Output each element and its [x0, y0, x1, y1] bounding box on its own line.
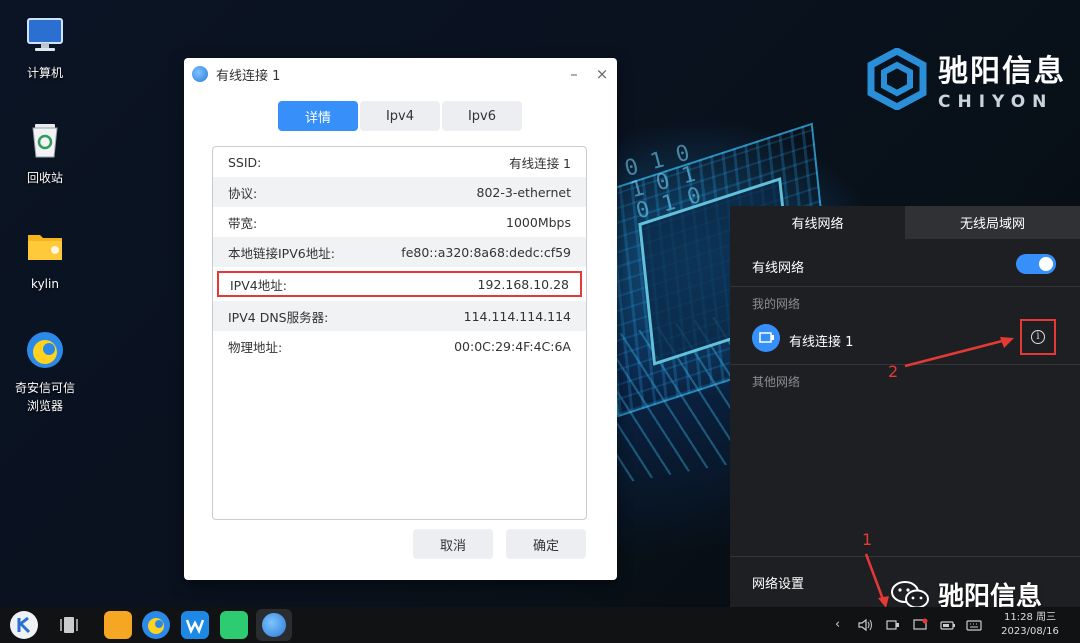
chat-app-icon[interactable]	[220, 611, 248, 639]
taskbar-clock[interactable]: 11:28 周三 2023/08/16	[998, 611, 1062, 639]
network-app-taskbar-item[interactable]	[256, 609, 292, 641]
ethernet-connection-icon	[752, 324, 780, 352]
browser-app-icon[interactable]	[142, 611, 170, 639]
other-networks-heading: 其他网络	[752, 375, 801, 389]
detail-row-ipv4-highlighted: IPV4地址: 192.168.10.28	[215, 269, 584, 299]
keyboard-icon[interactable]	[966, 618, 982, 632]
cancel-button[interactable]: 取消	[413, 529, 493, 559]
tab-ipv4[interactable]: Ipv4	[360, 101, 440, 131]
desktop-icon-browser[interactable]: 奇安信可信 浏览器	[0, 330, 90, 415]
tab-details[interactable]: 详情	[278, 101, 358, 131]
tab-wireless-lan[interactable]: 无线局域网	[905, 206, 1080, 239]
chiyon-logo-icon	[867, 48, 927, 110]
desktop-icon-label: 计算机	[26, 66, 63, 80]
wps-app-icon[interactable]	[181, 611, 209, 639]
detail-key: IPV4地址:	[230, 277, 287, 293]
info-icon: i	[1031, 330, 1045, 344]
ok-button[interactable]: 确定	[506, 529, 586, 559]
tab-ipv6[interactable]: Ipv6	[442, 101, 522, 131]
detail-value: 802-3-ethernet	[476, 184, 571, 200]
dialog-title: 有线连接 1	[216, 68, 281, 84]
dialog-tabs: 详情 Ipv4 Ipv6	[278, 101, 522, 131]
detail-value: 00:0C:29:4F:4C:6A	[454, 338, 571, 354]
detail-key: 协议:	[228, 185, 258, 201]
taskbar: ‹ 11:28 周三 2023/08/16	[0, 607, 1080, 643]
network-panel: 有线网络 无线局域网 有线网络 我的网络 有线连接 1 i 其他网络 网络设置	[730, 206, 1080, 607]
detail-value: fe80::a320:8a68:dedc:cf59	[401, 244, 571, 260]
detail-value: 1000Mbps	[506, 214, 571, 230]
volume-icon[interactable]	[857, 618, 873, 632]
my-networks-heading: 我的网络	[752, 297, 801, 311]
file-manager-app-icon[interactable]	[104, 611, 132, 639]
network-tray-icon[interactable]	[885, 618, 901, 632]
desktop-icon-kylin[interactable]: kylin	[0, 226, 90, 293]
battery-icon[interactable]	[940, 618, 956, 632]
network-settings-link[interactable]: 网络设置	[752, 573, 804, 592]
dialog-titlebar: 有线连接 1	[184, 59, 617, 89]
detail-key: 物理地址:	[228, 339, 283, 355]
wechat-icon	[891, 580, 929, 608]
connection-details-dialog: 有线连接 1 – × 详情 Ipv4 Ipv6 SSID: 有线连接 1 协议:…	[184, 58, 617, 580]
clock-date: 2023/08/16	[1001, 626, 1059, 637]
desktop-icon-label: kylin	[31, 277, 59, 291]
tab-wired-network[interactable]: 有线网络	[730, 206, 905, 239]
detail-row-ssid: SSID: 有线连接 1	[213, 147, 586, 177]
divider	[730, 286, 1080, 287]
detail-row-mac: 物理地址: 00:0C:29:4F:4C:6A	[213, 331, 586, 361]
network-app-icon	[192, 66, 208, 82]
detail-key: 带宽:	[228, 215, 258, 231]
network-panel-tabs: 有线网络 无线局域网	[730, 206, 1080, 239]
wired-network-toggle[interactable]	[1016, 254, 1056, 274]
detail-key: 本地链接IPV6地址:	[228, 245, 335, 261]
desktop-icon-label: 回收站	[26, 171, 63, 185]
brand-logo: 驰阳信息 CHIYON	[866, 46, 1066, 112]
connection-name[interactable]: 有线连接 1	[789, 331, 853, 350]
detail-row-dns: IPV4 DNS服务器: 114.114.114.114	[213, 301, 586, 331]
detail-row-ipv6: 本地链接IPV6地址: fe80::a320:8a68:dedc:cf59	[213, 237, 586, 267]
detail-value: 有线连接 1	[509, 155, 571, 171]
start-menu-button[interactable]	[10, 611, 38, 639]
detail-row-protocol: 协议: 802-3-ethernet	[213, 177, 586, 207]
tray-expand-icon[interactable]: ‹	[835, 617, 840, 632]
divider	[730, 556, 1080, 557]
annotation-arrow-1	[864, 553, 889, 608]
qianxin-browser-icon	[27, 332, 63, 368]
detail-value: 114.114.114.114	[463, 308, 571, 324]
details-list: SSID: 有线连接 1 协议: 802-3-ethernet 带宽: 1000…	[212, 146, 587, 520]
detail-key: IPV4 DNS服务器:	[228, 309, 329, 325]
desktop-icon-label: 奇安信可信	[14, 381, 75, 395]
connection-info-button[interactable]: i	[1020, 319, 1056, 355]
desktop-icon-label-line2: 浏览器	[26, 399, 63, 413]
annotation-arrow-2	[904, 337, 1014, 368]
brand-name-en: CHIYON	[938, 92, 1054, 112]
clock-time: 11:28 周三	[1004, 612, 1056, 623]
minimize-button[interactable]: –	[564, 64, 584, 84]
annotation-number-1: 1	[862, 530, 873, 549]
close-button[interactable]: ×	[592, 64, 612, 84]
brand-name-cn: 驰阳信息	[938, 54, 1066, 89]
desktop-icon-trash[interactable]: 回收站	[0, 120, 90, 187]
detail-row-bandwidth: 带宽: 1000Mbps	[213, 207, 586, 237]
desktop-icon-computer[interactable]: 计算机	[0, 15, 90, 82]
trash-icon	[32, 124, 58, 158]
notification-icon[interactable]	[912, 618, 928, 632]
computer-icon	[27, 18, 63, 51]
annotation-number-2: 2	[888, 362, 899, 381]
detail-key: SSID:	[228, 154, 262, 170]
multitask-view-button[interactable]	[55, 611, 83, 639]
wired-network-label: 有线网络	[752, 261, 805, 276]
folder-icon	[28, 235, 62, 260]
detail-value: 192.168.10.28	[477, 276, 569, 292]
